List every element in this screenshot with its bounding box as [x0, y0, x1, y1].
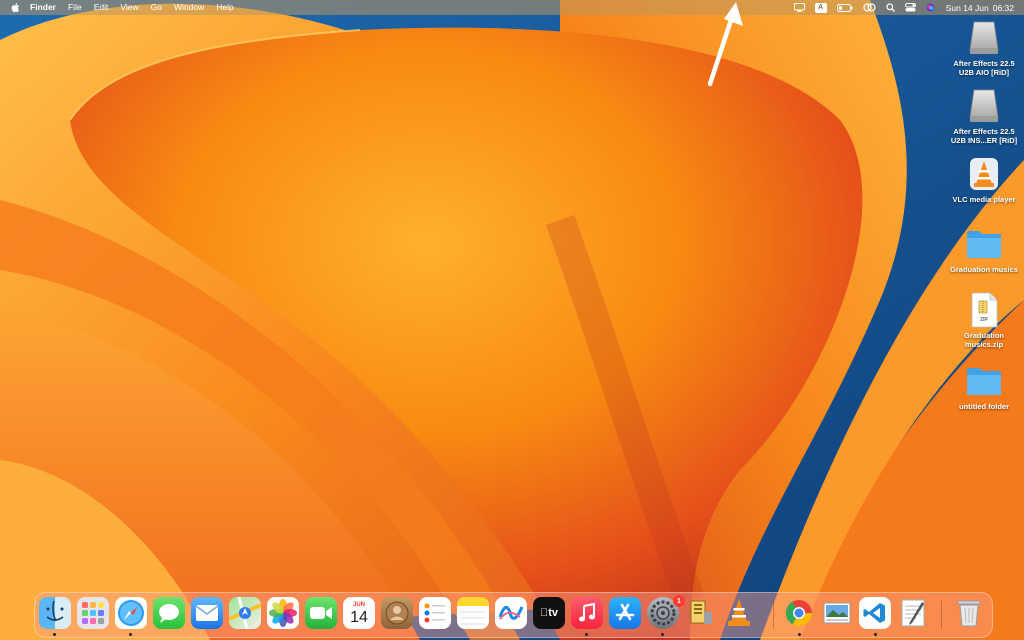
menu-window[interactable]: Window	[168, 0, 210, 15]
facetime-icon	[310, 607, 332, 619]
running-indicator	[53, 633, 56, 636]
desktop-icon-untitled-folder[interactable]: untitled folder	[946, 363, 1022, 411]
calendar-month: JUN	[352, 601, 365, 608]
dock-app-mail[interactable]	[191, 597, 223, 629]
archive-utility-icon	[690, 600, 712, 624]
apple-logo-icon[interactable]	[10, 2, 20, 13]
dock-app-google-chrome[interactable]	[783, 597, 815, 629]
desktop-icon-label: Graduation musics	[950, 265, 1018, 274]
dock-app-safari[interactable]	[115, 597, 147, 629]
desktop-icon-label: Graduation musics.zip	[963, 331, 1004, 349]
dock-app-vlc[interactable]	[723, 597, 755, 629]
dock-separator	[941, 601, 942, 629]
dock-app-trash[interactable]	[953, 597, 985, 629]
folder-icon	[966, 363, 1002, 399]
running-indicator	[129, 633, 132, 636]
preview-icon	[823, 602, 851, 624]
contacts-icon	[385, 601, 409, 625]
dock-app-app-store[interactable]	[609, 597, 641, 629]
input-source-label: A	[814, 2, 827, 13]
desktop-icon-label: untitled folder	[959, 402, 1009, 411]
dock-app-maps[interactable]	[229, 597, 261, 629]
screen-mirroring-icon[interactable]	[793, 0, 805, 15]
desktop-icon-after-effects-installer[interactable]: After Effects 22.5 U2B INS...ER [RiD]	[946, 88, 1022, 145]
desktop-icon-label: VLC media player	[952, 195, 1016, 204]
dock-app-notes[interactable]	[457, 597, 489, 629]
dock-app-preview[interactable]	[821, 597, 853, 629]
folder-icon	[966, 226, 1002, 262]
photos-icon	[269, 599, 297, 627]
dock-app-messages[interactable]	[153, 597, 185, 629]
dock-app-tv[interactable]: tv	[533, 597, 565, 629]
menu-view[interactable]: View	[114, 0, 144, 15]
annotation-arrow-icon	[707, 2, 743, 87]
running-indicator	[585, 633, 588, 636]
running-indicator	[874, 633, 877, 636]
desktop-wallpaper	[0, 0, 1024, 640]
wifi-icon[interactable]	[863, 0, 876, 15]
zip-file-icon: ZIP	[966, 292, 1002, 328]
dock-app-music[interactable]	[571, 597, 603, 629]
textedit-icon	[901, 599, 925, 627]
control-center-icon[interactable]	[904, 0, 916, 15]
freeform-icon	[498, 606, 524, 620]
menu-help[interactable]: Help	[210, 0, 239, 15]
battery-icon[interactable]	[836, 0, 853, 15]
messages-icon	[159, 604, 179, 623]
app-menu-finder[interactable]: Finder	[22, 0, 62, 15]
menu-file[interactable]: File	[62, 0, 88, 15]
dock-separator	[773, 601, 774, 629]
input-source-icon[interactable]: A	[814, 0, 827, 15]
desktop-icon-graduation-musics-folder[interactable]: Graduation musics	[946, 226, 1022, 274]
dock-app-archive-utility[interactable]	[685, 597, 717, 629]
calendar-day: 14	[350, 608, 368, 626]
menubar-time: 06:32	[992, 2, 1014, 13]
notes-icon	[457, 597, 489, 625]
dock-app-facetime[interactable]	[305, 597, 337, 629]
desktop-icon-label: After Effects 22.5 U2B INS...ER [RiD]	[950, 127, 1018, 145]
music-icon	[579, 603, 595, 622]
menubar-date: Sun 14 Jun	[945, 2, 989, 13]
notification-badge: 1	[673, 595, 685, 607]
dock-app-reminders[interactable]	[419, 597, 451, 629]
dock-app-calendar[interactable]: JUN 14	[343, 597, 375, 629]
safari-icon	[118, 600, 144, 626]
dock-app-contacts[interactable]	[381, 597, 413, 629]
dock: JUN 14 tv 1	[34, 592, 993, 638]
app-store-icon	[615, 603, 635, 621]
desktop-icon-label: After Effects 22.5 U2B AIO [RiD]	[953, 59, 1015, 77]
trash-icon	[957, 600, 981, 627]
dock-app-freeform[interactable]	[495, 597, 527, 629]
maps-icon	[229, 597, 261, 629]
menu-go[interactable]: Go	[145, 0, 168, 15]
dock-app-finder[interactable]	[39, 597, 71, 629]
chrome-icon	[785, 600, 813, 627]
dock-app-visual-studio-code[interactable]	[859, 597, 891, 629]
disk-image-icon	[966, 20, 1002, 56]
desktop-icon-graduation-musics-zip[interactable]: ZIP Graduation musics.zip	[946, 292, 1022, 349]
finder-icon	[46, 600, 64, 622]
launchpad-icon	[82, 602, 104, 624]
desktop-icon-vlc[interactable]: VLC media player	[946, 156, 1022, 204]
dock-app-textedit[interactable]	[897, 597, 929, 629]
dock-app-photos[interactable]	[267, 597, 299, 629]
zip-file-tag: ZIP	[980, 317, 988, 323]
menu-bar: Finder File Edit View Go Window Help A S…	[0, 0, 1024, 15]
desktop-icon-after-effects-aio[interactable]: After Effects 22.5 U2B AIO [RiD]	[946, 20, 1022, 77]
menubar-clock[interactable]: Sun 14 Jun 06:32	[946, 3, 1014, 13]
vscode-icon	[863, 603, 885, 623]
dock-app-launchpad[interactable]	[77, 597, 109, 629]
siri-icon[interactable]	[926, 0, 935, 15]
menu-edit[interactable]: Edit	[88, 0, 115, 15]
spotlight-search-icon[interactable]	[886, 0, 895, 15]
vlc-icon	[728, 599, 750, 626]
vlc-icon	[966, 156, 1002, 192]
disk-image-icon	[966, 88, 1002, 124]
mail-icon	[195, 605, 219, 621]
tv-icon: tv	[540, 607, 558, 619]
running-indicator	[661, 633, 664, 636]
reminders-icon	[424, 603, 445, 623]
running-indicator	[798, 633, 801, 636]
